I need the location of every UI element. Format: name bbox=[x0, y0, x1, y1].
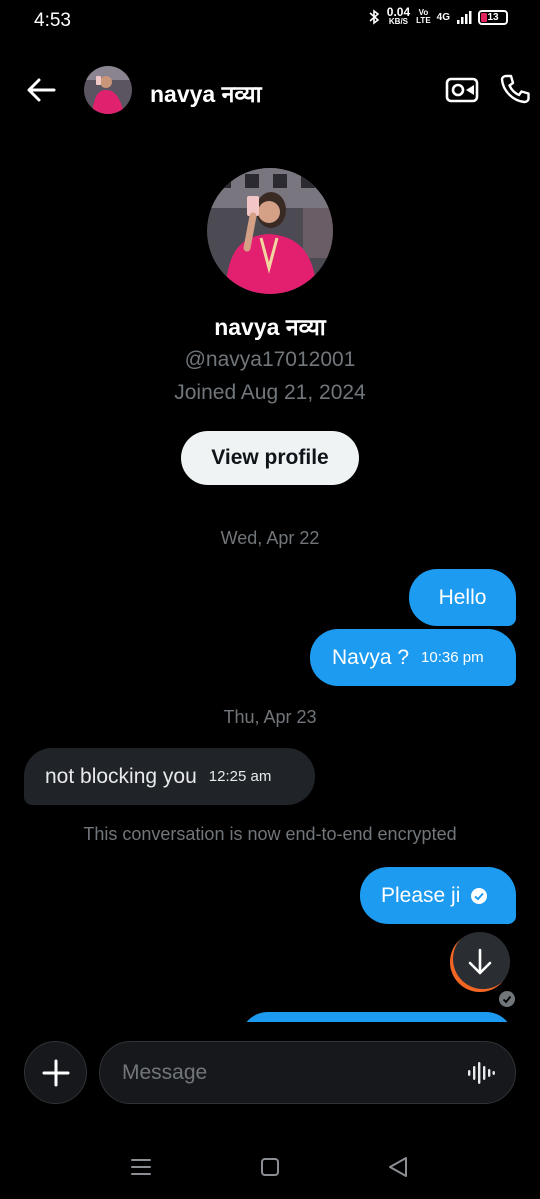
sent-check-icon bbox=[471, 887, 488, 904]
avatar[interactable] bbox=[84, 66, 132, 114]
scroll-to-bottom-button[interactable] bbox=[450, 932, 510, 992]
date-separator: Thu, Apr 23 bbox=[223, 707, 317, 727]
phone-icon[interactable] bbox=[498, 72, 532, 106]
add-attachment-button[interactable] bbox=[24, 1041, 87, 1104]
battery-icon: 13 bbox=[478, 9, 508, 25]
message-text: not blocking you bbox=[45, 764, 197, 788]
view-profile-button[interactable]: View profile bbox=[181, 431, 359, 485]
profile-joined-date: Joined Aug 21, 2024 bbox=[174, 381, 366, 404]
volte-indicator: Vo LTE bbox=[416, 8, 431, 25]
message-bubble-outgoing[interactable]: Hello bbox=[409, 569, 516, 626]
chat-title[interactable]: navya नव्या bbox=[150, 77, 262, 109]
status-time: 4:53 bbox=[34, 10, 71, 31]
voice-message-icon[interactable] bbox=[467, 1060, 495, 1086]
video-call-icon[interactable] bbox=[444, 74, 480, 106]
message-bubble-outgoing[interactable]: Navya ? 10:36 pm bbox=[310, 629, 516, 686]
recent-apps-icon[interactable] bbox=[128, 1156, 154, 1178]
net-speed: 0.04 KB/S bbox=[386, 5, 411, 26]
profile-avatar[interactable] bbox=[207, 168, 333, 294]
signal-icon bbox=[457, 11, 472, 24]
message-text: Hello bbox=[438, 585, 487, 609]
message-bubble-incoming[interactable]: not blocking you 12:25 am bbox=[24, 748, 315, 805]
system-nav-bar bbox=[0, 1140, 540, 1199]
read-receipt-icon bbox=[499, 991, 515, 1007]
message-time: 10:36 pm bbox=[421, 649, 484, 666]
status-bar: 4:53 0.04 KB/S Vo LTE 4G 13 bbox=[0, 0, 540, 44]
message-text: Navya ? bbox=[332, 645, 410, 669]
message-field[interactable] bbox=[99, 1041, 516, 1104]
message-bubble-outgoing[interactable]: Please ji bbox=[360, 867, 516, 924]
network-type: 4G bbox=[436, 11, 450, 23]
chat-header: navya नव्या bbox=[0, 60, 540, 122]
encryption-notice: This conversation is now end-to-end encr… bbox=[83, 824, 457, 844]
message-input[interactable] bbox=[122, 1056, 442, 1090]
home-icon[interactable] bbox=[259, 1156, 281, 1178]
back-arrow-icon[interactable] bbox=[24, 74, 60, 106]
message-text: Please ji bbox=[381, 883, 461, 907]
message-time: 12:25 am bbox=[208, 768, 272, 785]
status-icons: 0.04 KB/S Vo LTE 4G 13 bbox=[367, 5, 508, 26]
profile-name: navya नव्या bbox=[214, 314, 326, 340]
date-separator: Wed, Apr 22 bbox=[220, 528, 320, 548]
profile-handle: @navya17012001 bbox=[184, 348, 356, 371]
arrow-down-icon bbox=[468, 948, 492, 975]
nav-back-icon[interactable] bbox=[386, 1154, 410, 1180]
bluetooth-icon bbox=[369, 9, 380, 25]
plus-icon bbox=[42, 1059, 69, 1086]
